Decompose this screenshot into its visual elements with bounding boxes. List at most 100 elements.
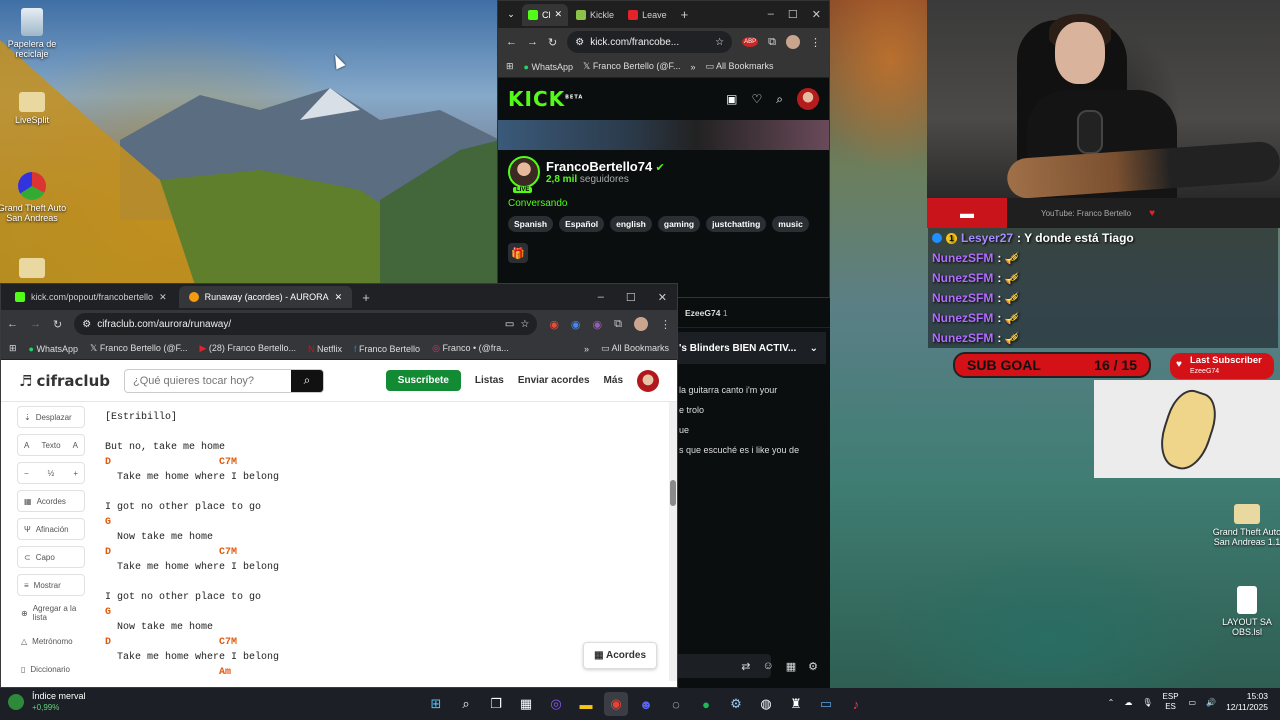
chevron-down-icon[interactable]: ⌄ — [810, 343, 818, 354]
tab-kick[interactable]: Cl ✕ — [522, 3, 569, 26]
autoscroll-button[interactable]: ⇣ Desplazar — [17, 406, 85, 428]
bookmark-instagram[interactable]: ◎ Franco • (@fra... — [432, 343, 509, 354]
chrome-icon[interactable]: ◉ — [604, 692, 628, 716]
adblock-extension-icon[interactable]: ABP — [742, 37, 759, 47]
tuning-button[interactable]: Ψ Afinación — [17, 518, 85, 540]
cifra-address-bar[interactable]: ⚙ cifraclub.com/aurora/runaway/ ▭ ☆ — [74, 313, 538, 335]
steam-icon[interactable]: ⚙ — [724, 692, 748, 716]
chord-line[interactable]: G — [105, 605, 677, 620]
tag-chip[interactable]: Español — [559, 216, 605, 232]
back-icon[interactable]: ← — [7, 318, 18, 330]
close-window-icon[interactable]: ✕ — [812, 8, 821, 21]
desktop-icon-layout-file[interactable]: LAYOUT SA OBS.lsl — [1212, 586, 1280, 637]
bookmark-netflix[interactable]: N Netflix — [308, 344, 342, 354]
close-icon[interactable]: ✕ — [555, 9, 563, 20]
github-icon[interactable]: ◌ — [664, 692, 688, 716]
volume-icon[interactable]: 🔊 — [1206, 698, 1216, 707]
maximize-icon[interactable]: ☐ — [788, 8, 798, 21]
network-icon[interactable]: ▭ — [1189, 698, 1197, 707]
task-view-icon[interactable]: ❐ — [484, 692, 508, 716]
chord-line[interactable]: D C7M — [105, 455, 677, 470]
apps-grid-icon[interactable]: ⊞ — [9, 343, 17, 354]
text-bigger-button[interactable]: A — [73, 441, 78, 450]
dictionary-button[interactable]: ▯ Diccionario — [17, 658, 85, 680]
gta-icon[interactable]: ◍ — [754, 692, 778, 716]
transpose-down-button[interactable]: − — [24, 469, 29, 478]
pinned-message[interactable]: 's Blinders BIEN ACTIV... ⌄ — [671, 332, 826, 364]
nav-link-enviar-acordes[interactable]: Enviar acordes — [518, 375, 590, 386]
emoji-icon[interactable]: ☺ — [762, 660, 773, 672]
tab-leave[interactable]: Leave — [622, 4, 673, 26]
search-icon[interactable]: ⌕ — [454, 692, 478, 716]
text-smaller-button[interactable]: A — [24, 441, 29, 450]
close-icon[interactable]: ✕ — [159, 292, 167, 303]
extension-icon[interactable]: ◉ — [593, 318, 603, 331]
capo-button[interactable]: ⊂ Capo — [17, 546, 85, 568]
bookmark-star-icon[interactable]: ☆ — [520, 319, 529, 330]
close-icon[interactable]: ✕ — [335, 292, 343, 303]
streamer-name[interactable]: FrancoBertello74 — [546, 159, 652, 174]
bookmark-whatsapp[interactable]: ● WhatsApp — [524, 62, 573, 72]
subscribe-button[interactable]: Suscríbete — [385, 370, 461, 391]
tag-chip[interactable]: english — [610, 216, 652, 232]
bookmark-whatsapp[interactable]: ● WhatsApp — [29, 344, 78, 354]
streamer-avatar[interactable]: LIVE — [508, 156, 540, 193]
bookmark-x[interactable]: 𝕏 Franco Bertello (@F... — [90, 343, 187, 354]
kick-address-bar[interactable]: ⚙ kick.com/francobe... ☆ — [567, 31, 733, 53]
desktop-icon-gta[interactable]: Grand Theft Auto San Andreas — [0, 172, 67, 223]
chords-button[interactable]: ▦ Acordes — [17, 490, 85, 512]
metronome-button[interactable]: △ Metrónomo — [17, 630, 85, 652]
page-scrollbar[interactable] — [669, 402, 677, 681]
all-bookmarks[interactable]: ▭ All Bookmarks — [706, 61, 774, 72]
forward-icon[interactable]: → — [30, 318, 41, 330]
monitor-icon[interactable]: ▭ — [814, 692, 838, 716]
extensions-icon[interactable]: ⧉ — [768, 36, 776, 49]
site-info-icon[interactable]: ⚙ — [82, 319, 91, 330]
desktop-icon-gta-folder[interactable]: Grand Theft Auto San Andreas 1.1 — [1212, 504, 1280, 547]
tag-chip[interactable]: gaming — [657, 216, 701, 232]
profile-avatar-icon[interactable] — [634, 317, 648, 331]
maximize-icon[interactable]: ☐ — [626, 291, 636, 304]
store-icon[interactable]: ▦ — [786, 660, 796, 673]
add-to-list-button[interactable]: ⊕ Agregar a la lista — [17, 602, 85, 624]
microphone-icon[interactable]: 🎙 — [1142, 698, 1152, 707]
tab-search-icon[interactable]: ⌄ — [502, 9, 520, 20]
menu-dots-icon[interactable]: ⋮ — [660, 318, 671, 331]
reload-icon[interactable]: ↻ — [548, 36, 557, 49]
store-icon[interactable]: ▦ — [514, 692, 538, 716]
nav-link-mas[interactable]: Más — [604, 375, 623, 386]
extensions-icon[interactable]: ⧉ — [614, 318, 622, 331]
all-bookmarks[interactable]: ▭ All Bookmarks — [601, 343, 669, 354]
onedrive-icon[interactable]: ☁ — [1124, 698, 1132, 707]
extension-icon[interactable]: ◉ — [549, 318, 559, 331]
stock-widget[interactable]: Índice merval +0,99% — [8, 691, 86, 713]
close-window-icon[interactable]: ✕ — [658, 291, 667, 304]
bookmark-star-icon[interactable]: ☆ — [715, 37, 724, 48]
more-bookmarks-icon[interactable]: » — [690, 62, 695, 72]
bookmark-x[interactable]: 𝕏 Franco Bertello (@F... — [583, 61, 680, 72]
bookmark-youtube[interactable]: ▶ (28) Franco Bertello... — [199, 343, 295, 354]
tiktok-icon[interactable]: ♪ — [844, 692, 868, 716]
extension-icon[interactable]: ◉ — [571, 318, 581, 331]
gift-icon[interactable]: 🎁 — [508, 243, 528, 263]
stream-preview-banner[interactable] — [498, 120, 829, 150]
back-icon[interactable]: ← — [506, 36, 517, 48]
minimize-icon[interactable]: – — [598, 291, 604, 304]
site-info-icon[interactable]: ⚙ — [575, 37, 584, 48]
search-icon[interactable]: ⌕ — [776, 92, 783, 107]
translate-icon[interactable]: ⇄ — [741, 660, 750, 673]
more-bookmarks-icon[interactable]: » — [584, 344, 589, 354]
nav-link-listas[interactable]: Listas — [475, 375, 504, 386]
language-indicator[interactable]: ESP ES — [1163, 692, 1179, 712]
new-tab-icon[interactable]: + — [354, 290, 378, 305]
stream-category[interactable]: Conversando — [498, 194, 829, 209]
spotify-icon[interactable]: ● — [694, 692, 718, 716]
bookmark-facebook[interactable]: f Franco Bertello — [354, 344, 420, 354]
new-tab-icon[interactable]: + — [675, 7, 695, 22]
transpose-up-button[interactable]: + — [73, 469, 78, 478]
desktop-icon-recycle-bin[interactable]: Papelera de reciclaje — [0, 8, 67, 59]
clock[interactable]: 15:03 12/11/2025 — [1226, 691, 1268, 713]
scrollbar-thumb[interactable] — [670, 480, 676, 506]
obs-icon[interactable]: ◎ — [544, 692, 568, 716]
desktop-icon-folder[interactable] — [0, 258, 67, 281]
